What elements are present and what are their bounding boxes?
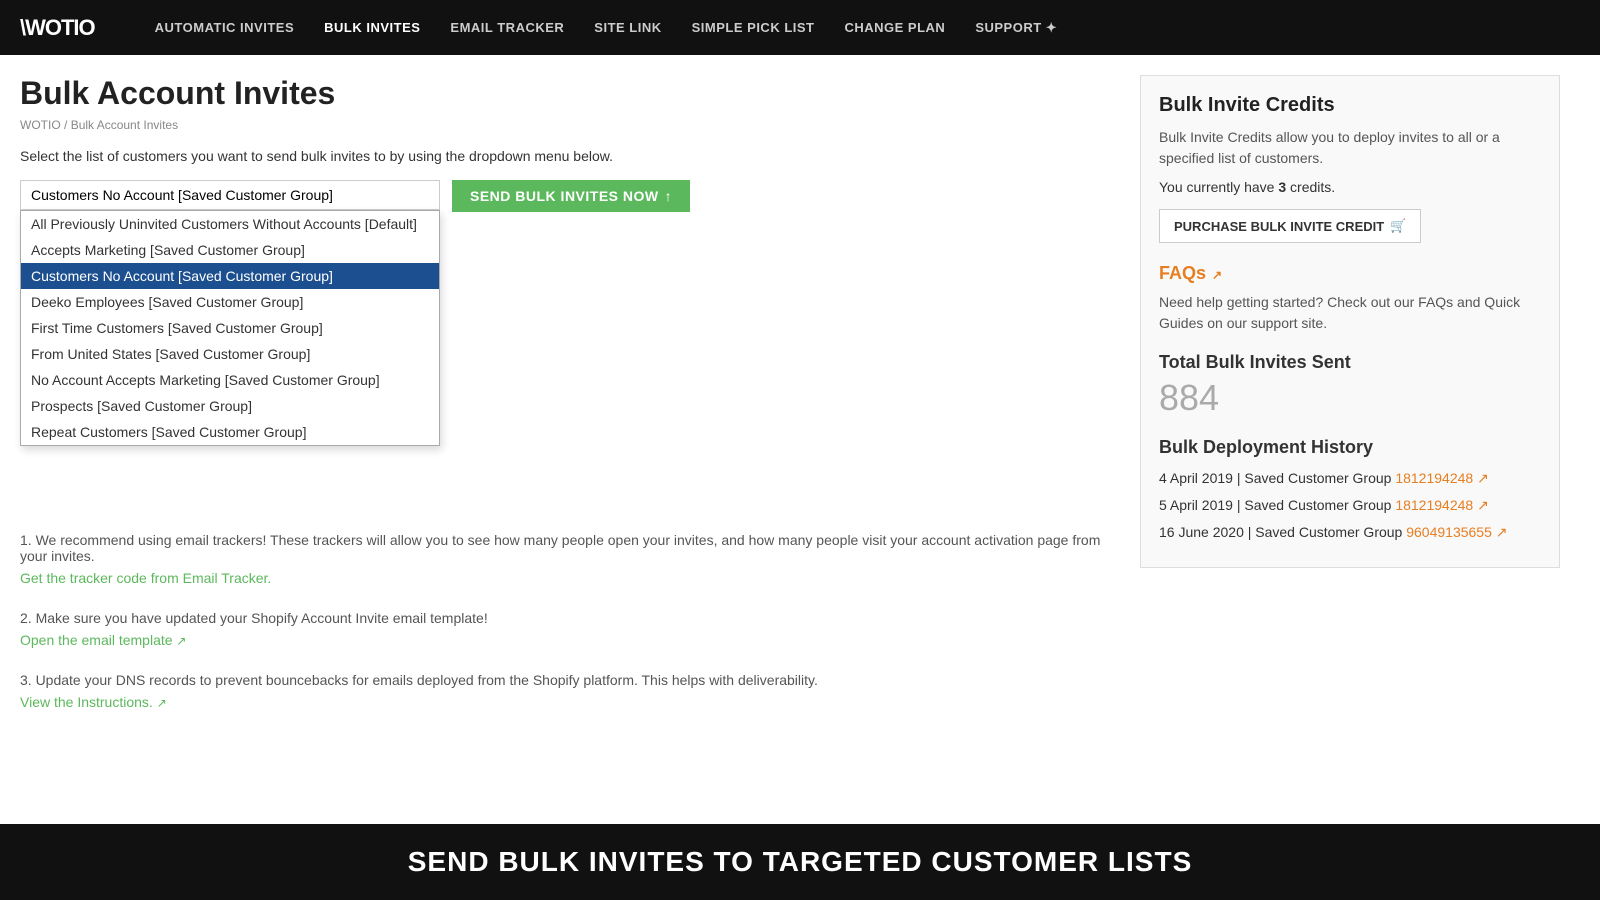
page-title: Bulk Account Invites: [20, 75, 1110, 112]
sidebar-card: Bulk Invite Credits Bulk Invite Credits …: [1140, 75, 1560, 568]
nav-item-simple-pick-list[interactable]: SIMPLE PICK LIST: [692, 19, 815, 36]
total-bulk-invites-number: 884: [1159, 377, 1541, 419]
email-template-link[interactable]: Open the email template: [20, 632, 186, 648]
send-bulk-invites-button[interactable]: SEND BULK INVITES NOW ↑: [452, 180, 690, 212]
external-link-icon-faqs: [1212, 263, 1222, 284]
purchase-credit-label: PURCHASE BULK INVITE CREDIT: [1174, 219, 1384, 234]
step1-block: 1. We recommend using email trackers! Th…: [20, 532, 1110, 586]
open-email-template-label: Open the email template: [20, 632, 173, 648]
nav-item-change-plan[interactable]: CHANGE PLAN: [844, 19, 945, 36]
step2-text: 2. Make sure you have updated your Shopi…: [20, 610, 1110, 626]
nav-link-support[interactable]: SUPPORT ✦: [975, 20, 1057, 35]
nav-item-email-tracker[interactable]: EMAIL TRACKER: [450, 19, 564, 36]
faqs-desc: Need help getting started? Check out our…: [1159, 292, 1541, 334]
dropdown-option-no-account-accepts-marketing[interactable]: No Account Accepts Marketing [Saved Cust…: [21, 367, 439, 393]
bulk-invite-credits-desc: Bulk Invite Credits allow you to deploy …: [1159, 127, 1541, 169]
step2-block: 2. Make sure you have updated your Shopi…: [20, 610, 1110, 648]
history-item-1: 4 April 2019 | Saved Customer Group 1812…: [1159, 468, 1541, 489]
left-content: Bulk Account Invites WOTIO / Bulk Accoun…: [20, 75, 1110, 734]
nav-item-site-link[interactable]: SITE LINK: [594, 19, 661, 36]
send-icon: ↑: [665, 188, 673, 204]
breadcrumb: WOTIO / Bulk Account Invites: [20, 118, 1110, 132]
email-tracker-link[interactable]: Get the tracker code from Email Tracker.: [20, 570, 271, 586]
customer-list-select[interactable]: All Previously Uninvited Customers Witho…: [20, 180, 440, 210]
dropdown-option-from-united-states[interactable]: From United States [Saved Customer Group…: [21, 341, 439, 367]
dropdown-option-accepts-marketing[interactable]: Accepts Marketing [Saved Customer Group]: [21, 237, 439, 263]
external-link-icon: [176, 632, 186, 648]
history-link-2[interactable]: 1812194248 ↗: [1395, 497, 1489, 513]
nav-item-bulk-invites[interactable]: BULK INVITES: [324, 19, 420, 36]
navigation: \WOTIO AUTOMATIC INVITES BULK INVITES EM…: [0, 0, 1600, 55]
history-link-1[interactable]: 1812194248 ↗: [1395, 470, 1489, 486]
step3-text: 3. Update your DNS records to prevent bo…: [20, 672, 1110, 688]
dropdown-option-prospects[interactable]: Prospects [Saved Customer Group]: [21, 393, 439, 419]
page-subtitle: Select the list of customers you want to…: [20, 148, 1110, 164]
right-sidebar: Bulk Invite Credits Bulk Invite Credits …: [1140, 75, 1560, 734]
dropdown-open-list: All Previously Uninvited Customers Witho…: [20, 210, 440, 446]
footer-banner: SEND BULK INVITES TO TARGETED CUSTOMER L…: [0, 824, 1600, 900]
steps-section: 1. We recommend using email trackers! Th…: [20, 532, 1110, 710]
dropdown-row: All Previously Uninvited Customers Witho…: [20, 180, 1110, 212]
cart-icon: 🛒: [1390, 218, 1406, 234]
bulk-invite-credits-title: Bulk Invite Credits: [1159, 94, 1541, 117]
dropdown-option-deeko-employees[interactable]: Deeko Employees [Saved Customer Group]: [21, 289, 439, 315]
nav-link-site-link[interactable]: SITE LINK: [594, 20, 661, 35]
purchase-credit-button[interactable]: PURCHASE BULK INVITE CREDIT 🛒: [1159, 209, 1421, 243]
history-date-1: 4 April 2019: [1159, 470, 1233, 486]
dropdown-wrapper: All Previously Uninvited Customers Witho…: [20, 180, 440, 210]
faqs-title: FAQs: [1159, 263, 1541, 284]
send-bulk-invites-label: SEND BULK INVITES NOW: [470, 188, 659, 204]
nav-link-change-plan[interactable]: CHANGE PLAN: [844, 20, 945, 35]
view-instructions-label: View the Instructions.: [20, 694, 153, 710]
nav-item-automatic-invites[interactable]: AUTOMATIC INVITES: [155, 19, 294, 36]
history-separator-2: | Saved Customer Group: [1237, 497, 1395, 513]
ext-icon-h1: ↗: [1477, 470, 1489, 486]
step3-block: 3. Update your DNS records to prevent bo…: [20, 672, 1110, 710]
history-date-3: 16 June 2020: [1159, 524, 1244, 540]
view-instructions-link[interactable]: View the Instructions.: [20, 694, 167, 710]
history-link-3[interactable]: 96049135655 ↗: [1406, 524, 1507, 540]
dropdown-option-customers-no-account[interactable]: Customers No Account [Saved Customer Gro…: [21, 263, 439, 289]
nav-link-automatic-invites[interactable]: AUTOMATIC INVITES: [155, 20, 294, 35]
breadcrumb-home[interactable]: WOTIO: [20, 118, 61, 132]
history-item-2: 5 April 2019 | Saved Customer Group 1812…: [1159, 495, 1541, 516]
history-separator-3: | Saved Customer Group: [1248, 524, 1406, 540]
nav-link-simple-pick-list[interactable]: SIMPLE PICK LIST: [692, 20, 815, 35]
ext-icon-h3: ↗: [1496, 524, 1508, 540]
nav-link-email-tracker[interactable]: EMAIL TRACKER: [450, 20, 564, 35]
history-item-3: 16 June 2020 | Saved Customer Group 9604…: [1159, 522, 1541, 543]
step1-text: 1. We recommend using email trackers! Th…: [20, 532, 1110, 564]
ext-icon-h2: ↗: [1477, 497, 1489, 513]
credits-count: 3: [1278, 179, 1286, 195]
credits-count-line: You currently have 3 credits.: [1159, 179, 1541, 195]
dropdown-option-repeat-customers[interactable]: Repeat Customers [Saved Customer Group]: [21, 419, 439, 445]
nav-item-support[interactable]: SUPPORT ✦: [975, 19, 1057, 36]
history-date-2: 5 April 2019: [1159, 497, 1233, 513]
footer-banner-text: SEND BULK INVITES TO TARGETED CUSTOMER L…: [408, 846, 1193, 877]
bulk-deployment-history-title: Bulk Deployment History: [1159, 437, 1541, 458]
history-separator-1: | Saved Customer Group: [1237, 470, 1395, 486]
faqs-label: FAQs: [1159, 263, 1206, 284]
total-bulk-invites-title: Total Bulk Invites Sent: [1159, 352, 1541, 373]
dropdown-option-default[interactable]: All Previously Uninvited Customers Witho…: [21, 211, 439, 237]
external-link-icon-3: [157, 694, 167, 710]
dropdown-option-first-time-customers[interactable]: First Time Customers [Saved Customer Gro…: [21, 315, 439, 341]
breadcrumb-current: Bulk Account Invites: [71, 118, 178, 132]
nav-link-bulk-invites[interactable]: BULK INVITES: [324, 20, 420, 35]
nav-links: AUTOMATIC INVITES BULK INVITES EMAIL TRA…: [155, 19, 1058, 36]
logo[interactable]: \WOTIO: [20, 15, 95, 41]
main-container: Bulk Account Invites WOTIO / Bulk Accoun…: [0, 55, 1580, 754]
